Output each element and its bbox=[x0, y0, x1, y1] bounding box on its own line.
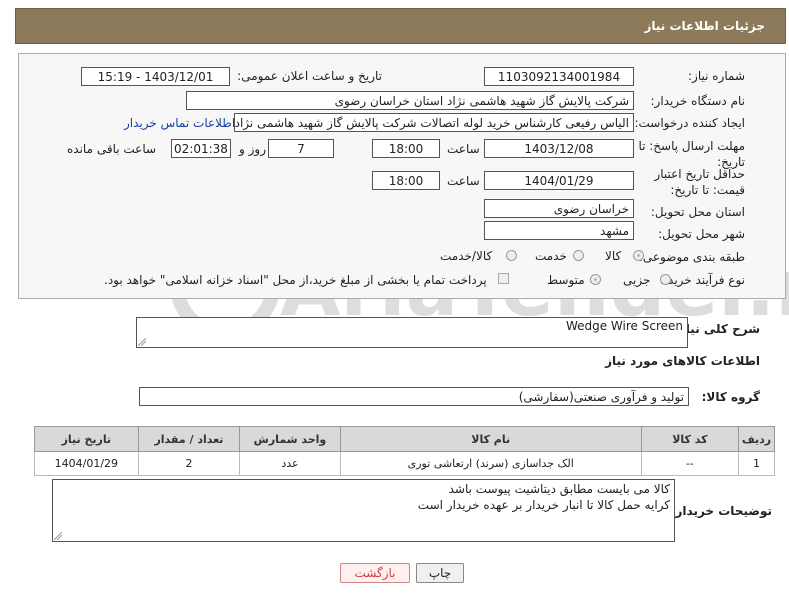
need-number-field: 1103092134001984 bbox=[484, 67, 634, 86]
buyer-org-field: شرکت پالایش گاز شهید هاشمی نژاد استان خر… bbox=[186, 91, 634, 110]
page-header: جزئیات اطلاعات نیاز bbox=[15, 8, 786, 44]
col-date-header: تاریخ نیاز bbox=[34, 426, 139, 452]
validity-label: حداقل تاریخ اعتبار قیمت: تا تاریخ: bbox=[654, 167, 745, 197]
cell-date: 1404/01/29 bbox=[34, 451, 139, 476]
announce-label: تاریخ و ساعت اعلان عمومی: bbox=[237, 69, 382, 83]
category-both-radio[interactable] bbox=[506, 250, 517, 261]
buyer-org-label: نام دستگاه خریدار: bbox=[650, 94, 746, 108]
validity-time-label: ساعت bbox=[447, 174, 480, 188]
buyer-notes-line-1: کالا می بایست مطابق دیتاشیت پیوست باشد bbox=[448, 482, 670, 496]
process-minor-radio[interactable] bbox=[660, 274, 671, 285]
summary-textarea[interactable]: Wedge Wire Screen bbox=[136, 317, 688, 348]
treasury-payment-note: پرداخت تمام یا بخشی از مبلغ خرید،از محل … bbox=[104, 273, 487, 287]
process-medium-label: متوسط bbox=[547, 273, 585, 287]
announce-field: 1403/12/01 - 15:19 bbox=[81, 67, 230, 86]
category-service-radio[interactable] bbox=[573, 250, 584, 261]
resize-grip-icon[interactable] bbox=[54, 532, 62, 540]
city-label: شهر محل تحویل: bbox=[658, 227, 745, 241]
cell-name: الک جداسازی (سرند) ارتعاشی توری bbox=[339, 451, 642, 476]
back-button[interactable]: بازگشت bbox=[340, 563, 410, 583]
print-button[interactable]: چاپ bbox=[416, 563, 464, 583]
need-number-label: شماره نیاز: bbox=[688, 69, 745, 83]
cell-unit: عدد bbox=[239, 451, 341, 476]
days-label: روز و bbox=[239, 142, 266, 156]
col-qty-header: تعداد / مقدار bbox=[137, 426, 241, 452]
remaining-time-field: 02:01:38 bbox=[171, 139, 231, 158]
page-title: جزئیات اطلاعات نیاز bbox=[644, 19, 765, 33]
contact-buyer-link[interactable]: اطلاعات تماس خریدار bbox=[124, 116, 235, 130]
reply-time-field: 18:00 bbox=[372, 139, 440, 158]
col-row-header: ردیف bbox=[738, 426, 775, 452]
buyer-notes-label: توضیحات خریدار: bbox=[670, 504, 772, 518]
col-unit-header: واحد شمارش bbox=[239, 426, 341, 452]
creator-label: ایجاد کننده درخواست: bbox=[634, 116, 745, 130]
process-medium-radio[interactable] bbox=[590, 274, 601, 285]
category-label: طبقه بندی موضوعی: bbox=[638, 250, 745, 264]
goods-table: ردیف کد کالا نام کالا واحد شمارش تعداد /… bbox=[34, 426, 775, 476]
remaining-label: ساعت باقی مانده bbox=[67, 142, 157, 156]
table-header-row: ردیف کد کالا نام کالا واحد شمارش تعداد /… bbox=[34, 426, 775, 452]
table-row[interactable]: 1 -- الک جداسازی (سرند) ارتعاشی توری عدد… bbox=[34, 451, 775, 476]
goods-info-title: اطلاعات کالاهای مورد نیاز bbox=[605, 354, 760, 368]
creator-field: الیاس رفیعی کارشناس خرید لوله اتصالات شر… bbox=[234, 113, 634, 132]
goods-group-field: تولید و فرآوری صنعتی(سفارشی) bbox=[139, 387, 689, 406]
cell-code: -- bbox=[640, 451, 740, 476]
resize-grip-icon[interactable] bbox=[138, 338, 146, 346]
cell-row: 1 bbox=[738, 451, 775, 476]
category-both-label: کالا/خدمت bbox=[440, 249, 493, 263]
validity-date-field: 1404/01/29 bbox=[484, 171, 634, 190]
province-label: استان محل تحویل: bbox=[650, 205, 745, 219]
summary-text: Wedge Wire Screen bbox=[565, 319, 683, 333]
reply-date-field: 1403/12/08 bbox=[484, 139, 634, 158]
goods-group-label: گروه کالا: bbox=[701, 390, 760, 404]
reply-time-label: ساعت bbox=[447, 142, 480, 156]
days-field: 7 bbox=[268, 139, 334, 158]
treasury-payment-checkbox[interactable] bbox=[498, 273, 509, 284]
validity-time-field: 18:00 bbox=[372, 171, 440, 190]
process-label: نوع فرآیند خرید : bbox=[660, 273, 745, 287]
col-code-header: کد کالا bbox=[640, 426, 740, 452]
buyer-notes-textarea[interactable]: کالا می بایست مطابق دیتاشیت پیوست باشد ک… bbox=[52, 479, 675, 542]
buyer-notes-line-2: کرایه حمل کالا تا انبار خریدار بر عهده خ… bbox=[417, 498, 670, 512]
col-name-header: نام کالا bbox=[339, 426, 642, 452]
cell-qty: 2 bbox=[137, 451, 241, 476]
category-service-label: خدمت bbox=[535, 249, 567, 263]
city-field: مشهد bbox=[484, 221, 634, 240]
category-goods-label: کالا bbox=[605, 249, 622, 263]
category-goods-radio[interactable] bbox=[633, 250, 644, 261]
province-field: خراسان رضوی bbox=[484, 199, 634, 218]
process-minor-label: جزیی bbox=[623, 273, 651, 287]
